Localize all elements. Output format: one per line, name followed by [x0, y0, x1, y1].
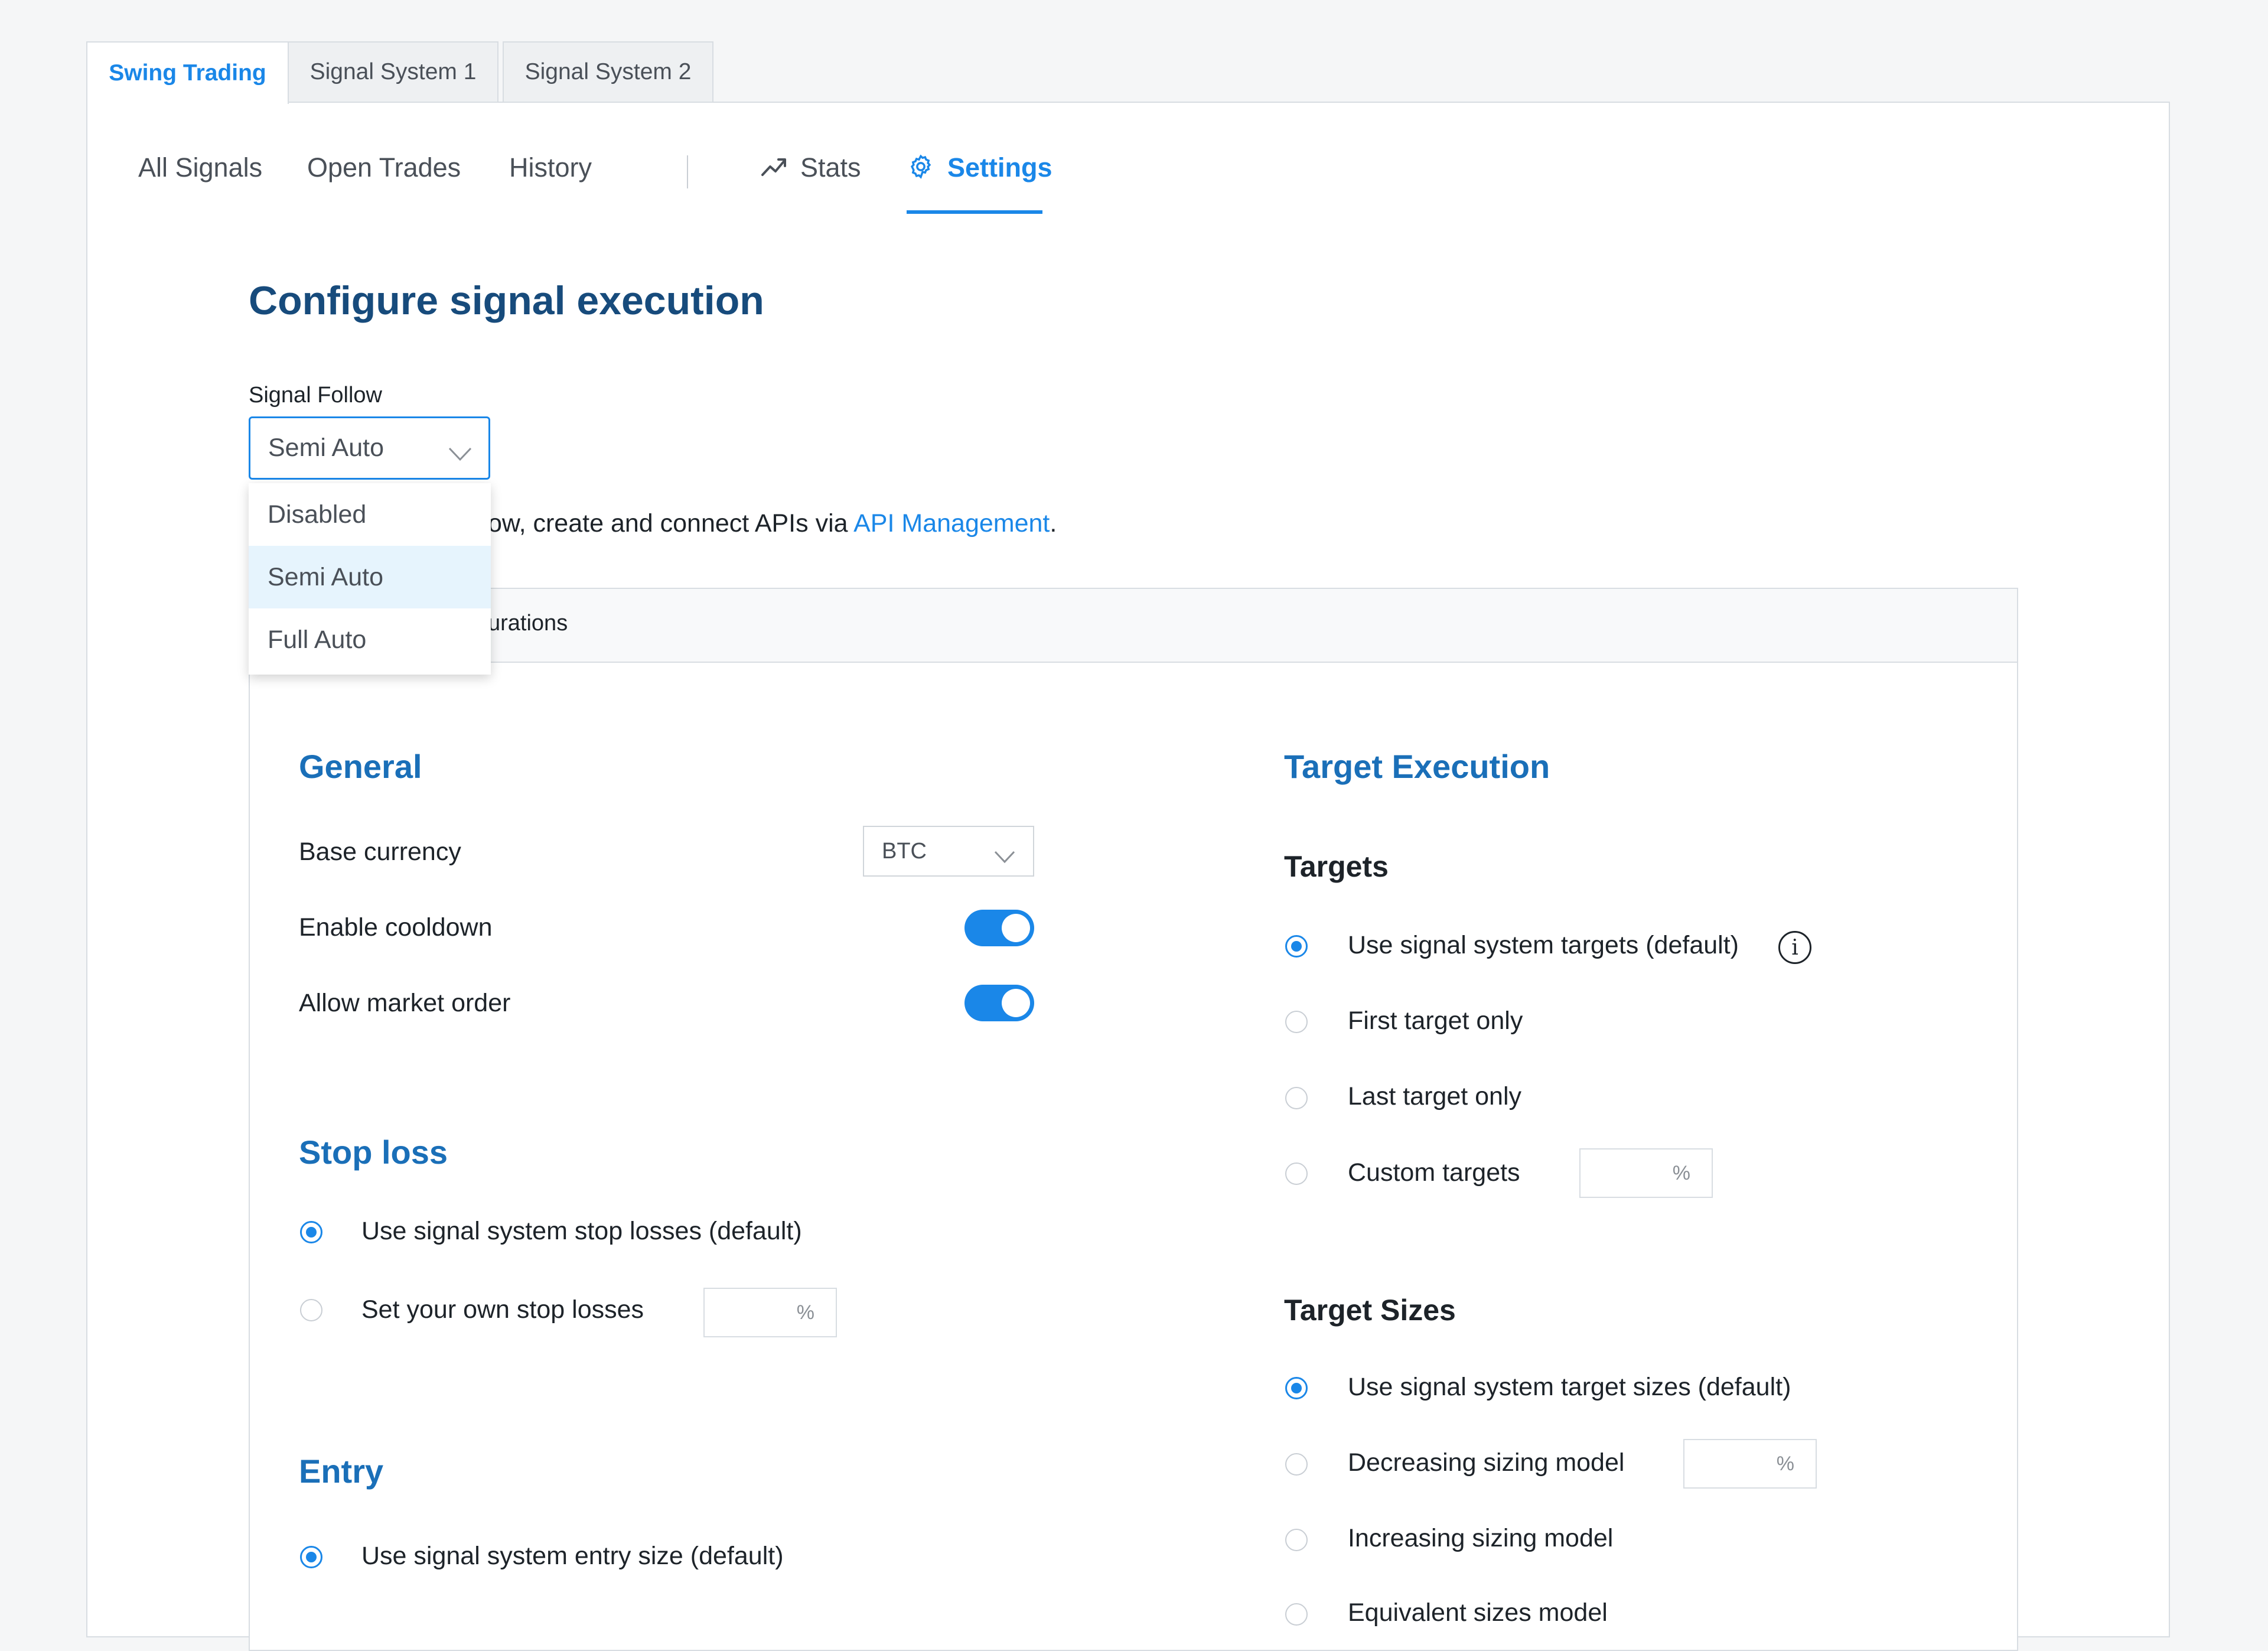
custom-targets-percent-input[interactable]: %	[1579, 1148, 1713, 1198]
enable-cooldown-toggle[interactable]	[964, 910, 1034, 946]
percent-suffix: %	[1776, 1452, 1794, 1475]
sizes-option-increasing: Increasing sizing model	[1348, 1524, 1614, 1552]
stop-loss-radio-default[interactable]	[300, 1221, 322, 1243]
chevron-down-icon	[994, 845, 1015, 870]
tab-signal-system-1[interactable]: Signal System 1	[288, 41, 498, 102]
gear-icon	[907, 153, 934, 183]
settings-active-underline	[907, 210, 1042, 214]
targets-title: Targets	[1284, 850, 1389, 883]
targets-option-custom: Custom targets	[1348, 1158, 1520, 1187]
stop-loss-option-own: Set your own stop losses	[361, 1295, 644, 1324]
targets-option-default: Use signal system targets (default)	[1348, 931, 1739, 959]
signal-follow-dropdown: Disabled Semi Auto Full Auto	[249, 483, 491, 675]
tab-label: Swing Trading	[109, 60, 266, 86]
base-currency-select[interactable]: BTC	[863, 826, 1034, 877]
targets-option-last: Last target only	[1348, 1082, 1522, 1111]
targets-radio-custom[interactable]	[1285, 1162, 1308, 1185]
subnav-open-trades[interactable]: Open Trades	[307, 152, 461, 183]
decreasing-sizing-percent-input[interactable]: %	[1683, 1439, 1817, 1489]
subnav-divider	[687, 155, 688, 188]
target-sizes-title: Target Sizes	[1284, 1294, 1456, 1327]
enable-cooldown-label: Enable cooldown	[299, 913, 493, 942]
api-hint-text: ow, create and connect APIs via	[488, 509, 854, 538]
percent-suffix: %	[796, 1301, 814, 1324]
sizes-radio-default[interactable]	[1285, 1377, 1308, 1399]
api-hint-suffix: .	[1050, 509, 1057, 538]
percent-suffix: %	[1672, 1161, 1690, 1184]
targets-radio-first[interactable]	[1285, 1011, 1308, 1033]
allow-market-order-label: Allow market order	[299, 989, 511, 1017]
sizes-option-decreasing: Decreasing sizing model	[1348, 1448, 1625, 1477]
api-hint: ow, create and connect APIs via API Mana…	[488, 509, 1057, 538]
page-title: Configure signal execution	[249, 278, 764, 323]
sizes-radio-increasing[interactable]	[1285, 1529, 1308, 1551]
dropdown-option-full-auto[interactable]: Full Auto	[249, 608, 491, 671]
entry-radio-default[interactable]	[300, 1546, 322, 1568]
targets-radio-default[interactable]	[1285, 935, 1308, 958]
stop-loss-radio-own[interactable]	[300, 1299, 322, 1321]
stop-loss-percent-input[interactable]: %	[703, 1288, 837, 1337]
tab-label: Signal System 1	[309, 59, 477, 84]
subnav-settings[interactable]: Settings	[907, 152, 1052, 183]
sizes-radio-decreasing[interactable]	[1285, 1453, 1308, 1476]
subnav-stats[interactable]: Stats	[761, 152, 861, 183]
dropdown-option-semi-auto[interactable]: Semi Auto	[249, 546, 491, 608]
targets-option-first: First target only	[1348, 1007, 1523, 1035]
configurations-panel	[249, 588, 2018, 1651]
entry-option-default: Use signal system entry size (default)	[361, 1542, 784, 1570]
trend-up-icon	[761, 157, 787, 180]
tab-signal-system-2[interactable]: Signal System 2	[503, 41, 713, 102]
info-icon[interactable]: i	[1778, 931, 1811, 964]
sizes-radio-equivalent[interactable]	[1285, 1603, 1308, 1626]
allow-market-order-toggle[interactable]	[964, 985, 1034, 1021]
target-execution-title: Target Execution	[1284, 748, 1550, 785]
chevron-down-icon	[448, 439, 472, 468]
base-currency-value: BTC	[882, 838, 927, 864]
entry-title: Entry	[299, 1453, 384, 1490]
subnav-all-signals[interactable]: All Signals	[138, 152, 262, 183]
stop-loss-option-default: Use signal system stop losses (default)	[361, 1217, 802, 1245]
tab-swing-trading[interactable]: Swing Trading	[86, 41, 289, 104]
dropdown-option-disabled[interactable]: Disabled	[249, 483, 491, 546]
stop-loss-title: Stop loss	[299, 1134, 448, 1171]
configurations-header-label: urations	[488, 611, 568, 636]
sizes-option-default: Use signal system target sizes (default)	[1348, 1373, 1791, 1401]
general-title: General	[299, 748, 422, 785]
tab-label: Signal System 2	[524, 59, 692, 84]
targets-radio-last[interactable]	[1285, 1087, 1308, 1109]
subnav-stats-label: Stats	[800, 152, 861, 183]
subnav-settings-label: Settings	[947, 152, 1052, 183]
subnav-history[interactable]: History	[509, 152, 592, 183]
signal-follow-label: Signal Follow	[249, 383, 382, 408]
signal-follow-select[interactable]: Semi Auto	[249, 416, 490, 480]
base-currency-label: Base currency	[299, 838, 461, 866]
signal-follow-value: Semi Auto	[268, 434, 384, 462]
api-management-link[interactable]: API Management	[853, 509, 1050, 538]
